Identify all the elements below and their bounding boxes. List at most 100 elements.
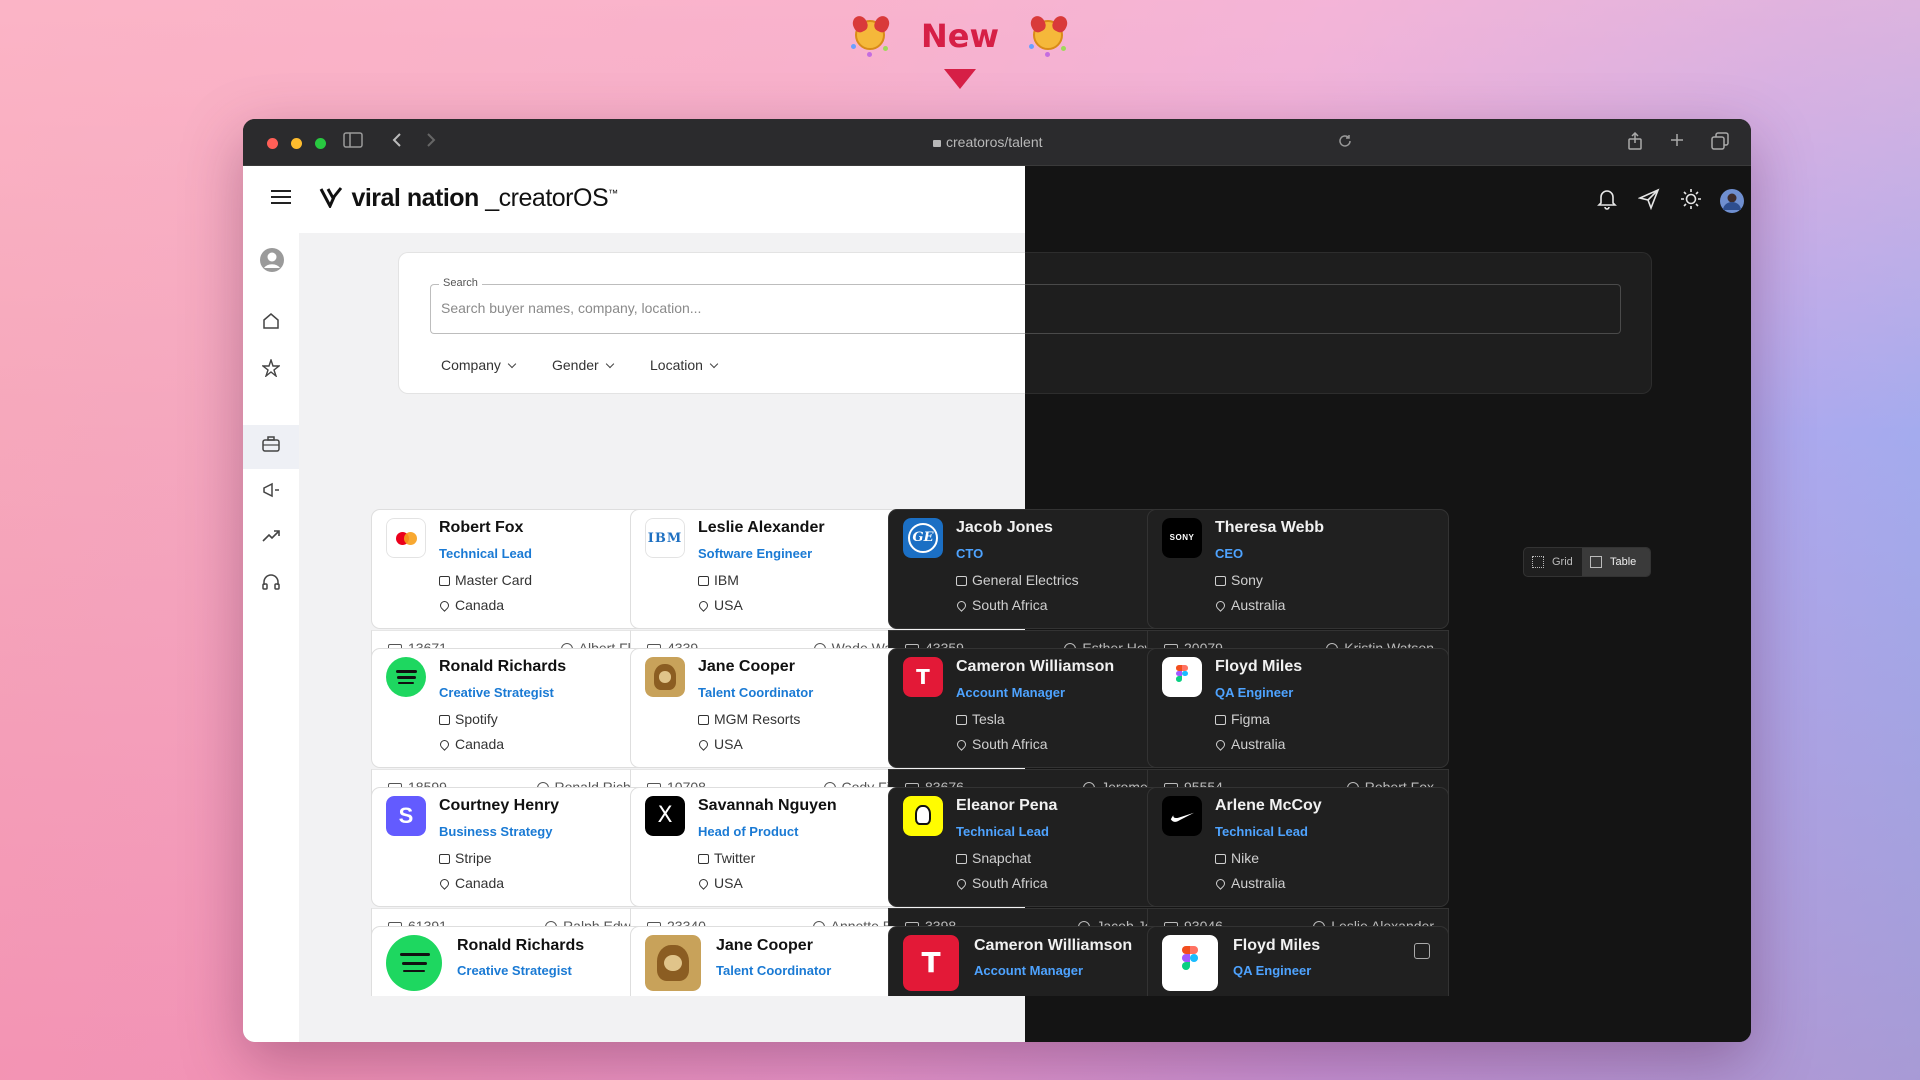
talent-name: Jane Cooper — [698, 658, 795, 675]
zoom-window-button[interactable] — [315, 138, 326, 149]
talent-card[interactable]: S Courtney Henry Business Strategy Strip… — [371, 787, 673, 942]
talent-location: South Africa — [955, 736, 1048, 752]
talent-role: QA Engineer — [1233, 963, 1312, 978]
talent-card[interactable]: T Cameron Williamson Account Manager — [888, 926, 1190, 996]
location-text: USA — [714, 736, 743, 752]
location-filter-dropdown[interactable]: Location — [650, 357, 719, 373]
filter-label: Company — [441, 357, 501, 373]
company-text: Tesla — [972, 711, 1005, 727]
talent-card[interactable]: Floyd Miles QA Engineer Figma Australia … — [1147, 648, 1449, 803]
avatar[interactable] — [1719, 188, 1744, 213]
tab-overview-icon[interactable] — [1711, 132, 1729, 155]
search-panel-dark — [1025, 252, 1652, 394]
home-icon[interactable] — [259, 312, 283, 336]
reload-icon[interactable] — [1338, 134, 1352, 153]
location-text: Canada — [455, 875, 505, 891]
talent-card[interactable]: IBM Leslie Alexander Software Engineer I… — [630, 509, 932, 664]
company-text: Stripe — [455, 850, 492, 866]
talent-card[interactable]: Arlene McCoy Technical Lead Nike Austral… — [1147, 787, 1449, 942]
view-toggle: Grid Table — [1523, 547, 1651, 577]
sun-icon[interactable] — [1679, 188, 1703, 212]
talent-card[interactable]: GE Jacob Jones CTO General Electrics Sou… — [888, 509, 1190, 664]
company-filter-dropdown[interactable]: Company — [441, 357, 517, 373]
talent-card[interactable]: SONY Theresa Webb CEO Sony Australia 200… — [1147, 509, 1449, 664]
browser-window: creatoros/talent viral nation _creatorOS… — [243, 119, 1751, 1042]
top-bar: viral nation _creatorOS™ — [243, 166, 1025, 233]
company-text: Twitter — [714, 850, 756, 866]
talent-card[interactable]: X Savannah Nguyen Head of Product Twitte… — [630, 787, 932, 942]
mastercard-logo-icon — [386, 518, 426, 558]
select-checkbox[interactable] — [1414, 943, 1430, 959]
search-input[interactable]: Search Search buyer names, company, loca… — [430, 277, 1025, 334]
talent-card[interactable]: Jane Cooper Talent Coordinator MGM Resor… — [630, 648, 932, 803]
megaphone-icon[interactable] — [259, 481, 283, 505]
talent-role: Creative Strategist — [439, 685, 554, 700]
grid-view-button[interactable]: Grid — [1524, 548, 1582, 576]
location-pin-icon — [955, 599, 968, 612]
talent-role: Technical Lead — [439, 546, 532, 561]
talent-role: Technical Lead — [1215, 824, 1308, 839]
back-icon[interactable] — [391, 132, 403, 153]
minimize-window-button[interactable] — [291, 138, 302, 149]
address-bar[interactable]: creatoros/talent — [933, 134, 1043, 150]
close-window-button[interactable] — [267, 138, 278, 149]
location-text: South Africa — [972, 597, 1048, 613]
figma-logo-icon — [1162, 657, 1202, 697]
talent-card[interactable]: Ronald Richards Creative Strategist — [371, 926, 673, 996]
talent-role: Talent Coordinator — [716, 963, 832, 978]
table-view-button[interactable]: Table — [1582, 548, 1650, 576]
location-text: Canada — [455, 736, 505, 752]
gender-filter-dropdown[interactable]: Gender — [552, 357, 614, 373]
briefcase-icon — [1215, 854, 1226, 864]
banner-title: New — [920, 17, 1000, 55]
talent-role: Account Manager — [956, 685, 1066, 700]
new-tab-icon[interactable] — [1669, 132, 1685, 153]
briefcase-icon[interactable] — [259, 435, 283, 459]
tesla-logo-icon: T — [903, 657, 943, 697]
location-pin-icon — [955, 877, 968, 890]
briefcase-icon — [698, 576, 709, 586]
talent-card[interactable]: Robert Fox Technical Lead Master Card Ca… — [371, 509, 673, 664]
talent-role: CTO — [956, 546, 984, 561]
talent-location: South Africa — [955, 875, 1048, 891]
talent-name: Ronald Richards — [439, 658, 567, 675]
talent-card[interactable]: Floyd Miles QA Engineer — [1147, 926, 1449, 996]
sony-logo-icon: SONY — [1162, 518, 1202, 558]
talent-card[interactable]: Eleanor Pena Technical Lead Snapchat Sou… — [888, 787, 1190, 942]
talent-role: Technical Lead — [956, 824, 1049, 839]
search-input-dark[interactable] — [1025, 284, 1621, 334]
talent-card[interactable]: Jane Cooper Talent Coordinator — [630, 926, 932, 996]
talent-role: Software Engineer — [698, 546, 813, 561]
talent-role: Creative Strategist — [457, 963, 572, 978]
star-icon[interactable] — [259, 357, 283, 383]
url-text: creatoros/talent — [946, 134, 1043, 150]
briefcase-icon — [439, 715, 450, 725]
location-text: Australia — [1231, 597, 1286, 613]
profile-icon[interactable] — [259, 247, 284, 272]
menu-icon[interactable] — [271, 190, 291, 208]
headphones-icon[interactable] — [259, 573, 283, 597]
sidebar-toggle-icon[interactable] — [343, 132, 363, 153]
talent-company: IBM — [698, 572, 739, 588]
talent-name: Arlene McCoy — [1215, 797, 1322, 814]
talent-card[interactable]: Ronald Richards Creative Strategist Spot… — [371, 648, 673, 803]
talent-role: Head of Product — [698, 824, 799, 839]
trending-icon[interactable] — [259, 527, 283, 551]
bell-icon[interactable] — [1595, 188, 1619, 212]
nike-logo-icon — [1162, 796, 1202, 836]
app-logo[interactable]: viral nation _creatorOS™ — [319, 184, 618, 213]
logo-brand: viral nation — [351, 184, 479, 212]
location-pin-icon — [1214, 877, 1227, 890]
share-icon[interactable] — [1627, 131, 1643, 155]
location-text: Australia — [1231, 875, 1286, 891]
tesla-logo-icon: T — [903, 935, 959, 991]
talent-card[interactable]: T Cameron Williamson Account Manager Tes… — [888, 648, 1190, 803]
ge-logo-icon: GE — [903, 518, 943, 558]
grid-icon — [1532, 556, 1544, 568]
forward-icon[interactable] — [425, 132, 437, 153]
sidebar — [243, 233, 299, 1042]
chevron-down-icon — [709, 359, 719, 369]
talent-company: MGM Resorts — [698, 711, 800, 727]
send-icon[interactable] — [1637, 188, 1661, 212]
talent-name: Eleanor Pena — [956, 797, 1058, 814]
